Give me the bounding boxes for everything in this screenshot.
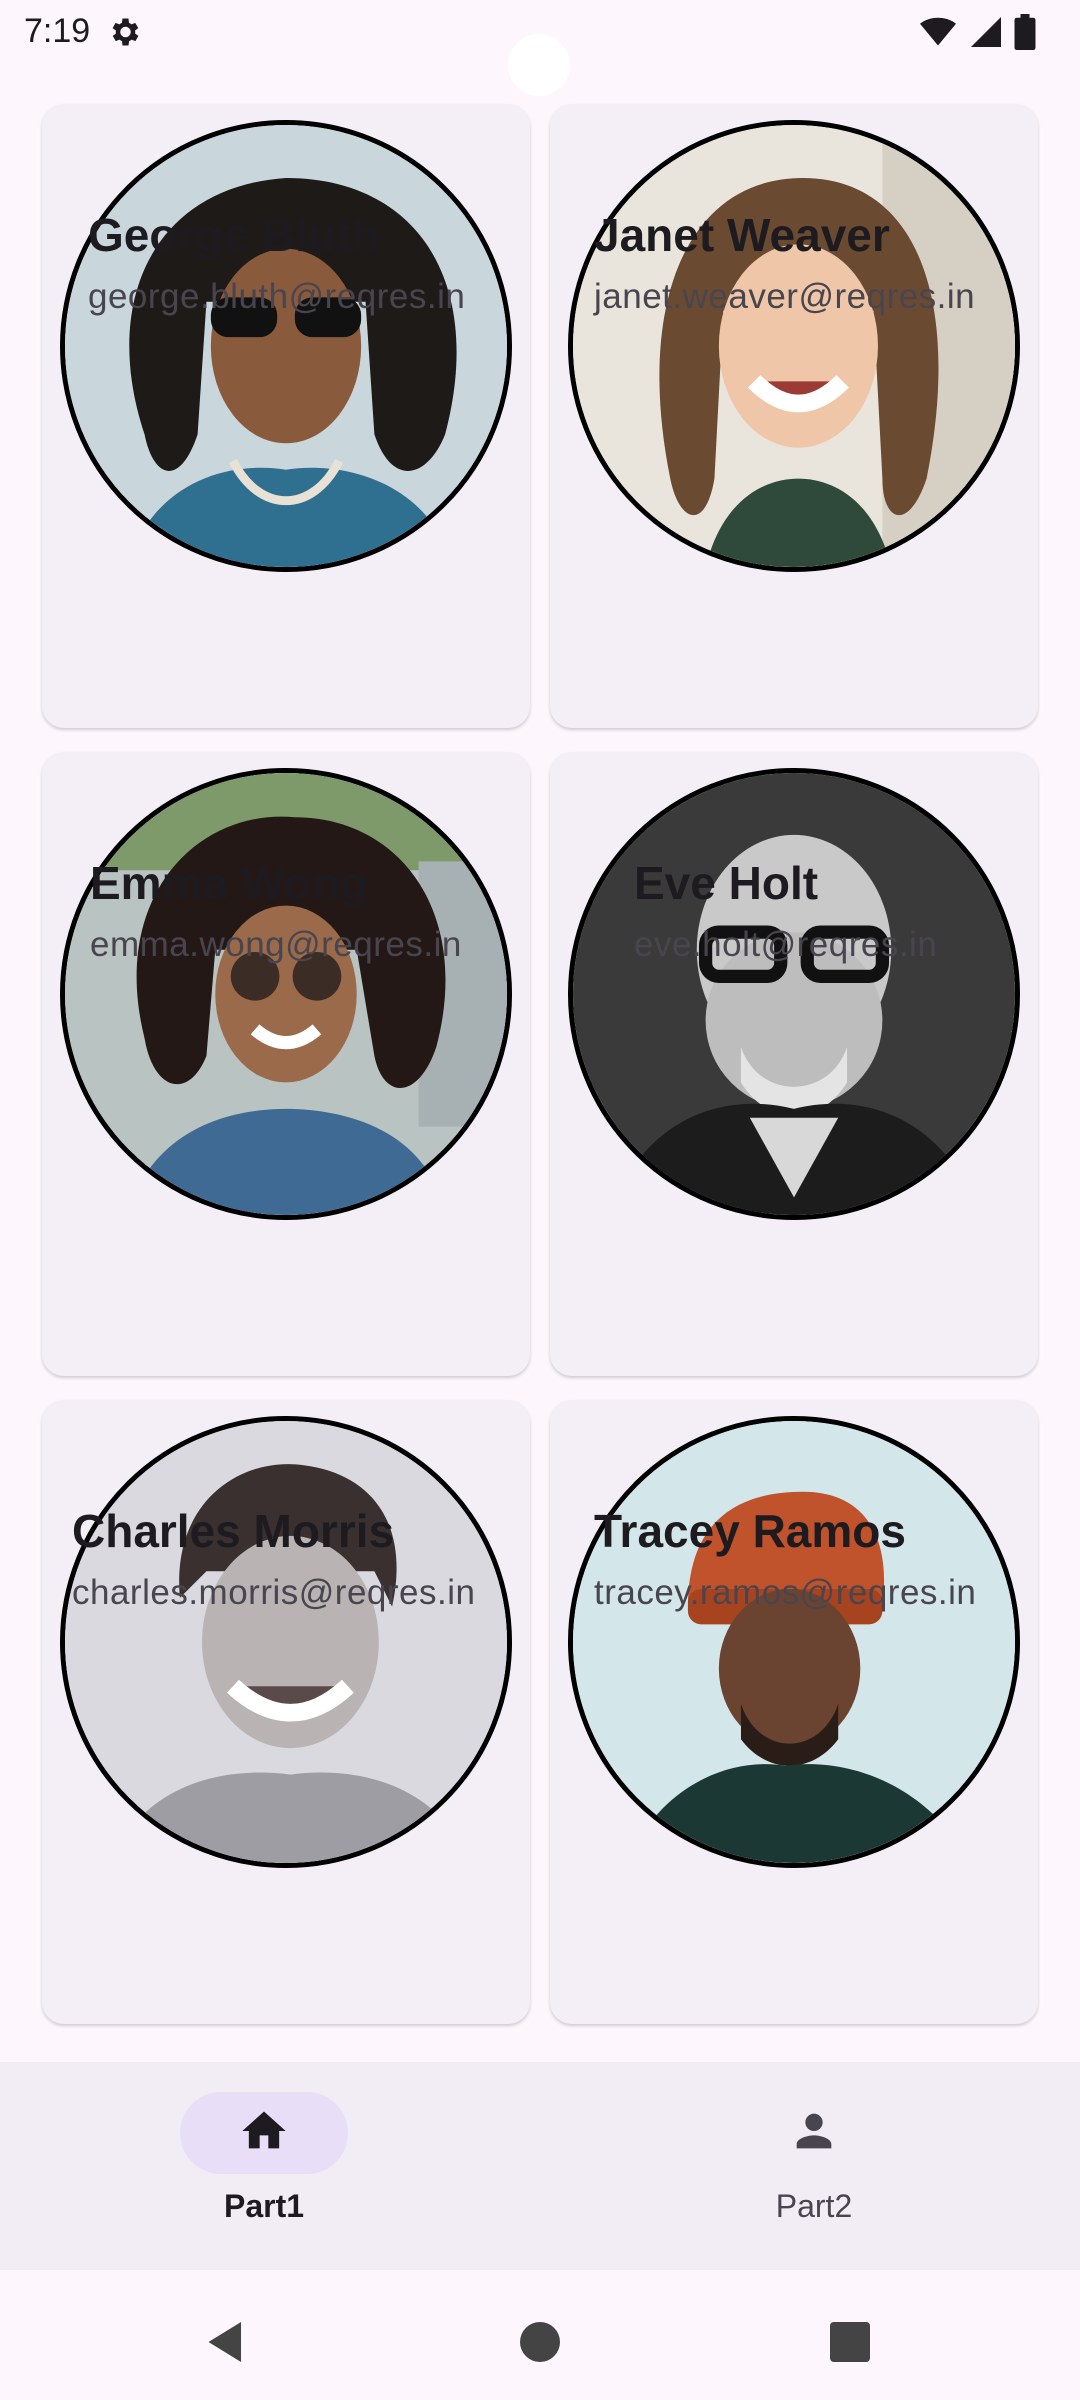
bottom-navigation-bar: Part1 Part2 <box>0 2062 1080 2270</box>
battery-icon <box>1014 14 1036 55</box>
back-icon[interactable] <box>196 2312 256 2372</box>
nav-item-part2[interactable]: Part2 <box>664 2092 964 2242</box>
user-name: Emma Wong <box>90 857 368 909</box>
user-email: emma.wong@reqres.in <box>90 925 462 964</box>
person-icon <box>788 2105 840 2162</box>
app-screen: 7:19 George Bluth george.bluth@reqres.in… <box>0 0 1080 2400</box>
avatar <box>60 768 512 1220</box>
user-card[interactable]: Tracey Ramos tracey.ramos@reqres.in <box>550 1400 1038 2024</box>
avatar-tracey-image <box>573 1421 1015 1863</box>
user-card[interactable]: George Bluth george.bluth@reqres.in <box>42 104 530 728</box>
user-card[interactable]: Charles Morris charles.morris@reqres.in <box>42 1400 530 2024</box>
avatar <box>60 1416 512 1868</box>
status-time: 7:19 <box>24 12 91 50</box>
user-email: tracey.ramos@reqres.in <box>594 1573 977 1612</box>
user-email: george.bluth@reqres.in <box>88 277 466 316</box>
user-email: charles.morris@reqres.in <box>72 1573 476 1612</box>
user-card[interactable]: Janet Weaver janet.weaver@reqres.in <box>550 104 1038 728</box>
signal-icon <box>968 14 1004 55</box>
avatar <box>568 120 1020 572</box>
user-grid: George Bluth george.bluth@reqres.in Jane… <box>42 104 1038 2024</box>
status-icons <box>918 14 1036 55</box>
user-email: eve.holt@reqres.in <box>634 925 938 964</box>
recents-square-icon[interactable] <box>820 2312 880 2372</box>
user-name: Charles Morris <box>72 1505 395 1557</box>
avatar-charles-image <box>65 1421 507 1863</box>
camera-cutout <box>508 34 570 96</box>
avatar <box>568 768 1020 1220</box>
nav-item-part1[interactable]: Part1 <box>114 2092 414 2242</box>
user-name: Janet Weaver <box>594 209 890 261</box>
home-icon <box>238 2105 290 2162</box>
user-name: Eve Holt <box>634 857 819 909</box>
nav-icon-container <box>730 2092 898 2174</box>
active-indicator-pill <box>180 2092 348 2174</box>
user-card[interactable]: Eve Holt eve.holt@reqres.in <box>550 752 1038 1376</box>
settings-gear-icon <box>106 14 142 50</box>
user-card[interactable]: Emma Wong emma.wong@reqres.in <box>42 752 530 1376</box>
avatar-janet-image <box>573 125 1015 567</box>
user-name: George Bluth <box>88 209 380 261</box>
wifi-icon <box>918 14 958 55</box>
avatar-george-image <box>65 125 507 567</box>
home-circle-icon[interactable] <box>510 2312 570 2372</box>
status-bar: 7:19 <box>0 0 1080 96</box>
avatar <box>60 120 512 572</box>
system-navigation-bar <box>0 2270 1080 2400</box>
avatar-eve-image <box>573 773 1015 1215</box>
nav-label: Part2 <box>775 2188 853 2224</box>
user-name: Tracey Ramos <box>594 1505 906 1557</box>
avatar-emma-image <box>65 773 507 1215</box>
nav-label: Part1 <box>223 2188 305 2224</box>
user-email: janet.weaver@reqres.in <box>594 277 976 316</box>
avatar <box>568 1416 1020 1868</box>
